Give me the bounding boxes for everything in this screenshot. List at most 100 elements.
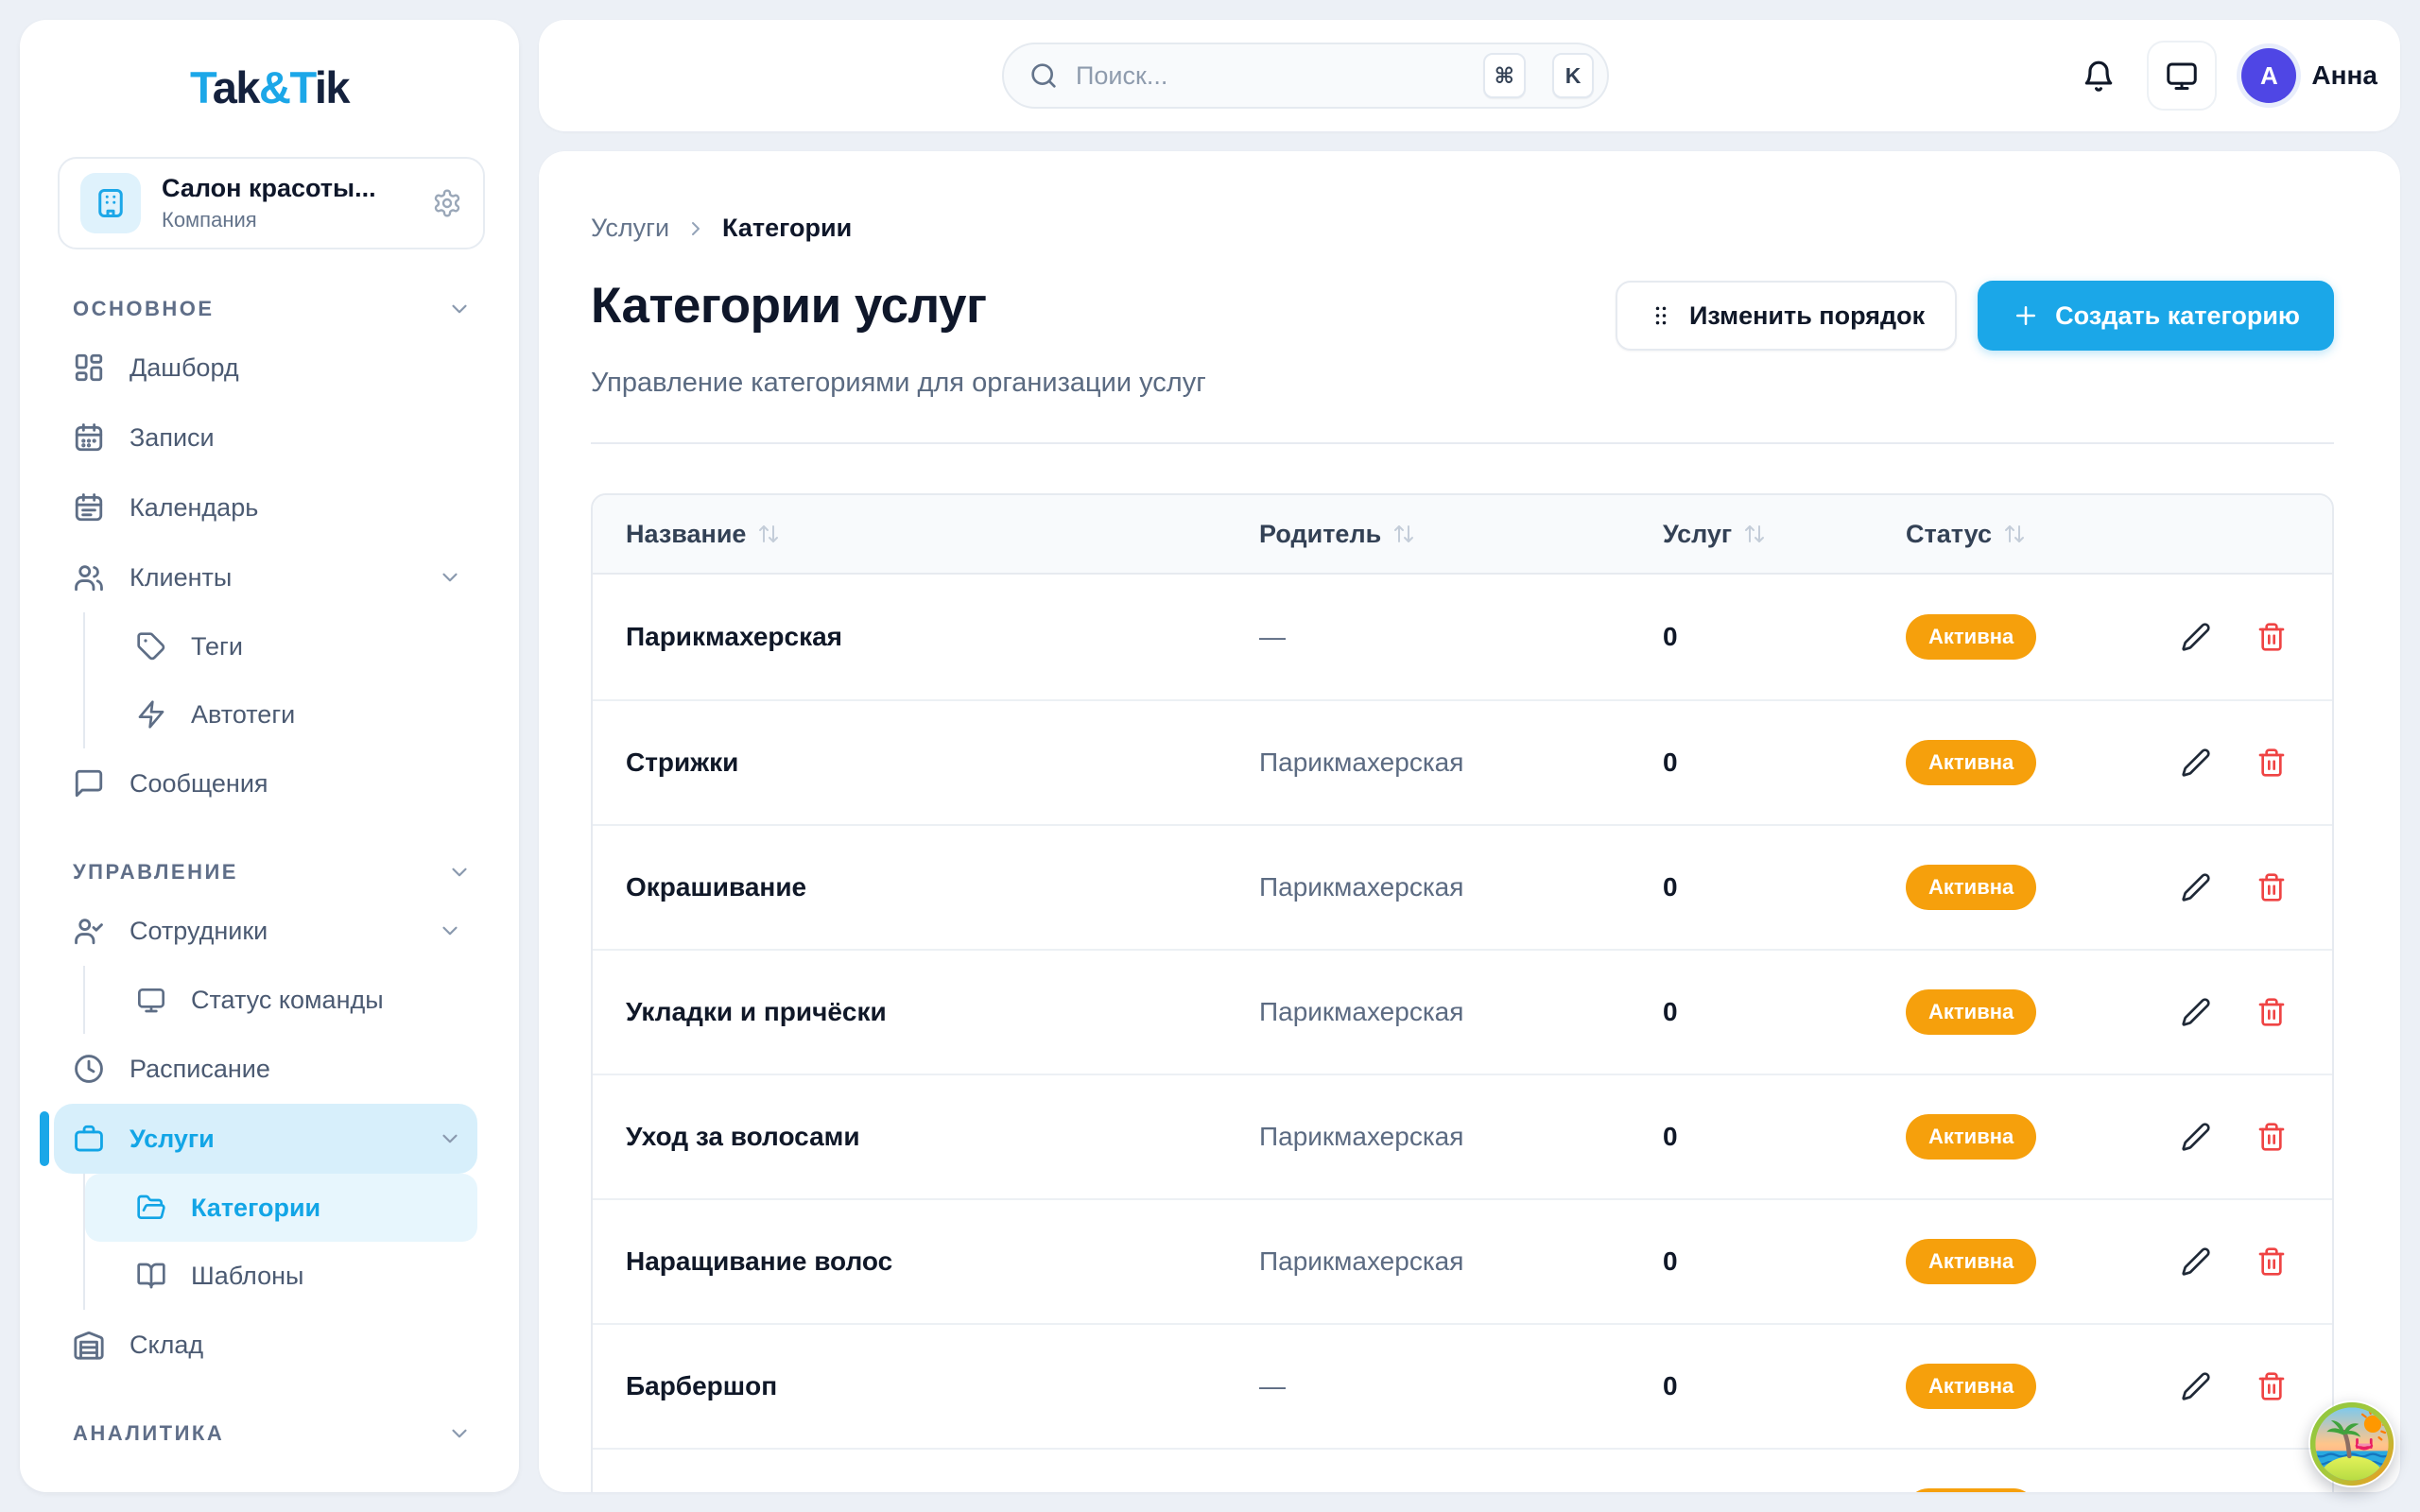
sidebar-item-templates[interactable]: Шаблоны — [85, 1242, 477, 1310]
category-name: Стрижки — [626, 747, 1259, 778]
category-name: Барбершоп — [626, 1371, 1259, 1401]
table-row: Активна — [593, 1448, 2332, 1492]
category-status-cell: Активна — [1906, 1488, 2138, 1492]
grip-vertical-icon — [1648, 302, 1674, 329]
sidebar: Tak&Tik Салон красоты... Компания ОСНОВН… — [20, 20, 519, 1492]
sidebar-item-clients[interactable]: Клиенты — [54, 542, 477, 612]
section-main[interactable]: ОСНОВНОЕ — [73, 297, 472, 321]
status-badge: Активна — [1906, 865, 2036, 910]
tag-icon — [136, 631, 166, 662]
page-subtitle: Управление категориями для организации у… — [591, 368, 2334, 399]
table-header-row: Название Родитель Услуг Статус — [593, 495, 2332, 575]
sidebar-item-dashboard[interactable]: Дашборд — [54, 333, 477, 403]
user-name: Анна — [2311, 60, 2377, 91]
sidebar-item-messages[interactable]: Сообщения — [54, 748, 477, 818]
edit-pencil-icon[interactable] — [2181, 622, 2211, 652]
category-status-cell: Активна — [1906, 989, 2138, 1035]
section-management[interactable]: УПРАВЛЕНИЕ — [73, 860, 472, 885]
category-services-count: 0 — [1663, 1246, 1906, 1277]
users-icon — [73, 561, 105, 593]
company-name: Салон красоты... — [162, 174, 376, 203]
edit-pencil-icon[interactable] — [2181, 1122, 2211, 1152]
sidebar-nav: ОСНОВНОЕ Дашборд Записи Календарь Клиент… — [20, 249, 519, 1446]
category-parent: Парикмахерская — [1259, 872, 1663, 902]
chevron-down-icon — [438, 1126, 462, 1151]
delete-trash-icon[interactable] — [2256, 997, 2287, 1027]
sidebar-item-warehouse[interactable]: Склад — [54, 1310, 477, 1380]
category-status-cell: Активна — [1906, 865, 2138, 910]
display-mode-button[interactable] — [2147, 41, 2217, 111]
row-actions — [2138, 997, 2332, 1027]
table-row: Стрижки Парикмахерская 0 Активна — [593, 699, 2332, 824]
edit-pencil-icon[interactable] — [2181, 747, 2211, 778]
status-badge: Активна — [1906, 989, 2036, 1035]
sidebar-item-services[interactable]: Услуги — [54, 1104, 477, 1174]
divider — [591, 442, 2334, 444]
status-badge: Активна — [1906, 1488, 2036, 1492]
column-header-status[interactable]: Статус — [1906, 520, 2138, 549]
sidebar-item-schedule[interactable]: Расписание — [54, 1034, 477, 1104]
delete-trash-icon[interactable] — [2256, 1246, 2287, 1277]
category-status-cell: Активна — [1906, 1364, 2138, 1409]
main-content: Услуги Категории Категории услуг Изменит… — [539, 151, 2400, 1492]
status-badge: Активна — [1906, 740, 2036, 785]
company-type: Компания — [162, 208, 376, 232]
edit-pencil-icon[interactable] — [2181, 1371, 2211, 1401]
search-box[interactable]: ⌘ K — [1002, 43, 1609, 109]
search-input[interactable] — [1076, 61, 1466, 91]
table-row: Уход за волосами Парикмахерская 0 Активн… — [593, 1074, 2332, 1198]
kbd-command: ⌘ — [1483, 53, 1526, 98]
top-bar: ⌘ K А Анна — [539, 20, 2400, 131]
category-services-count: 0 — [1663, 1122, 1906, 1152]
edit-pencil-icon[interactable] — [2181, 872, 2211, 902]
status-badge: Активна — [1906, 1364, 2036, 1409]
sidebar-item-calendar[interactable]: Календарь — [54, 472, 477, 542]
sort-icon — [2003, 523, 2026, 545]
delete-trash-icon[interactable] — [2256, 747, 2287, 778]
delete-trash-icon[interactable] — [2256, 872, 2287, 902]
category-name: Уход за волосами — [626, 1122, 1259, 1152]
bell-icon[interactable] — [2075, 52, 2122, 99]
delete-trash-icon[interactable] — [2256, 622, 2287, 652]
category-services-count: 0 — [1663, 1371, 1906, 1401]
user-check-icon — [73, 915, 105, 947]
sidebar-item-staff[interactable]: Сотрудники — [54, 896, 477, 966]
category-parent: Парикмахерская — [1259, 997, 1663, 1027]
brand-logo[interactable]: Tak&Tik — [20, 61, 519, 113]
sidebar-item-appointments[interactable]: Записи — [54, 403, 477, 472]
chevron-down-icon — [438, 565, 462, 590]
category-parent: — — [1259, 622, 1663, 652]
brand-logo-text: T — [190, 62, 213, 112]
breadcrumb: Услуги Категории — [591, 214, 2334, 243]
user-menu[interactable]: А Анна — [2241, 48, 2377, 103]
clients-submenu: Теги Автотеги — [83, 612, 477, 748]
company-selector[interactable]: Салон красоты... Компания — [58, 157, 485, 249]
column-header-name[interactable]: Название — [626, 520, 1259, 549]
column-header-parent[interactable]: Родитель — [1259, 520, 1663, 549]
breadcrumb-categories: Категории — [722, 214, 852, 243]
column-header-services[interactable]: Услуг — [1663, 520, 1906, 549]
delete-trash-icon[interactable] — [2256, 1371, 2287, 1401]
row-actions — [2138, 1371, 2332, 1401]
section-analytics[interactable]: АНАЛИТИКА — [73, 1421, 472, 1446]
page-title: Категории услуг — [591, 277, 987, 335]
dashboard-icon — [73, 352, 105, 384]
category-name: Наращивание волос — [626, 1246, 1259, 1277]
table-row: Парикмахерская — 0 Активна — [593, 575, 2332, 699]
gear-icon[interactable] — [432, 188, 462, 218]
edit-pencil-icon[interactable] — [2181, 997, 2211, 1027]
table-row: Укладки и причёски Парикмахерская 0 Акти… — [593, 949, 2332, 1074]
delete-trash-icon[interactable] — [2256, 1122, 2287, 1152]
sidebar-item-team-status[interactable]: Статус команды — [85, 966, 477, 1034]
create-category-button[interactable]: Создать категорию — [1978, 281, 2334, 351]
category-status-cell: Активна — [1906, 614, 2138, 660]
island-widget-button[interactable] — [2308, 1400, 2395, 1487]
sidebar-item-autotags[interactable]: Автотеги — [85, 680, 477, 748]
sidebar-item-categories[interactable]: Категории — [85, 1174, 477, 1242]
edit-pencil-icon[interactable] — [2181, 1246, 2211, 1277]
row-actions — [2138, 1246, 2332, 1277]
breadcrumb-services[interactable]: Услуги — [591, 214, 669, 243]
sidebar-item-tags[interactable]: Теги — [85, 612, 477, 680]
chevron-down-icon — [447, 1421, 472, 1446]
reorder-button[interactable]: Изменить порядок — [1616, 281, 1957, 351]
